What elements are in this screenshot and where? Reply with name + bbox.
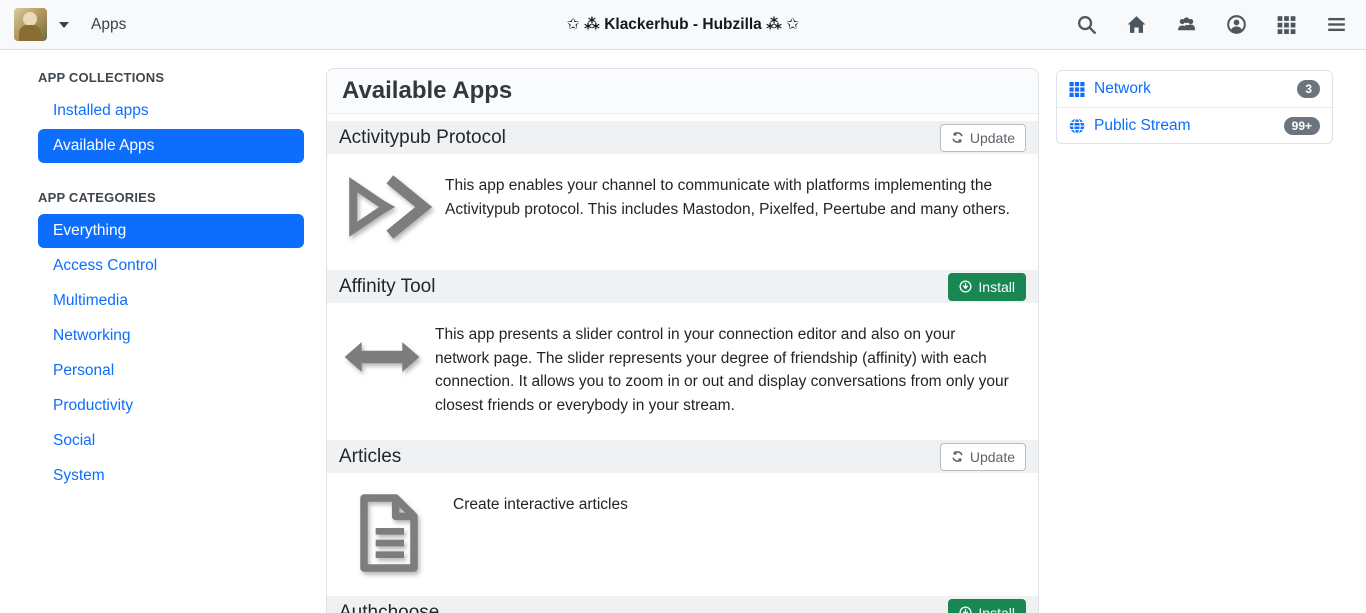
sidebar-item-everything[interactable]: Everything <box>38 214 304 249</box>
installed-apps-link[interactable]: Installed apps <box>38 94 304 128</box>
app-title: Activitypub Protocol <box>339 127 506 149</box>
app-section-header: Activitypub Protocol Update <box>327 121 1038 154</box>
public-stream-link[interactable]: Public Stream 99+ <box>1057 107 1332 143</box>
update-button[interactable]: Update <box>940 443 1026 471</box>
category-personal-link[interactable]: Personal <box>38 354 304 388</box>
category-access-control-link[interactable]: Access Control <box>38 249 304 283</box>
app-sidebar: APP COLLECTIONS Installed apps Available… <box>38 70 304 520</box>
category-social-link[interactable]: Social <box>38 424 304 458</box>
apps-grid-icon[interactable] <box>1277 15 1296 34</box>
app-row: Create interactive articles <box>327 473 1038 589</box>
app-row: This app presents a slider control in yo… <box>327 303 1038 433</box>
install-button[interactable]: Install <box>948 599 1026 613</box>
sidebar-item-access-control[interactable]: Access Control <box>38 249 304 284</box>
channel-menu-toggle[interactable]: Apps <box>14 8 126 41</box>
sidebar-item-networking[interactable]: Networking <box>38 319 304 354</box>
network-count-badge: 3 <box>1297 80 1320 98</box>
app-title: Articles <box>339 446 401 468</box>
sidebar-item-social[interactable]: Social <box>38 424 304 459</box>
page-title: Apps <box>91 16 126 34</box>
categories-list: Everything Access Control Multimedia Net… <box>38 214 304 494</box>
grid-icon <box>1069 81 1085 97</box>
collections-list: Installed apps Available Apps <box>38 94 304 164</box>
install-button-label: Install <box>978 604 1015 613</box>
install-button[interactable]: Install <box>948 273 1026 301</box>
app-description: Create interactive articles <box>453 493 1022 569</box>
refresh-icon <box>951 450 964 463</box>
available-apps-card: Available Apps Activitypub Protocol Upda… <box>326 68 1039 613</box>
category-networking-link[interactable]: Networking <box>38 319 304 353</box>
download-circle-icon <box>959 606 972 613</box>
category-everything-link[interactable]: Everything <box>38 214 304 248</box>
category-productivity-link[interactable]: Productivity <box>38 389 304 423</box>
app-title: Authchoose <box>339 602 439 613</box>
download-circle-icon <box>959 280 972 293</box>
app-description: This app enables your channel to communi… <box>445 174 1022 243</box>
stream-widget: Network 3 Public Stream 99+ <box>1056 70 1333 144</box>
globe-icon <box>1069 118 1085 134</box>
card-title: Available Apps <box>342 77 512 105</box>
update-button-label: Update <box>970 129 1015 147</box>
sidebar-item-multimedia[interactable]: Multimedia <box>38 284 304 319</box>
menu-icon[interactable] <box>1327 15 1346 34</box>
network-label: Network <box>1094 80 1151 98</box>
app-title: Affinity Tool <box>339 276 435 298</box>
app-description: This app presents a slider control in yo… <box>435 323 1022 413</box>
activitypub-logo-icon <box>343 174 433 240</box>
network-link[interactable]: Network 3 <box>1057 71 1332 107</box>
app-section-header: Authchoose Install <box>327 596 1038 613</box>
categories-heading: APP CATEGORIES <box>38 190 304 205</box>
chevron-down-icon[interactable] <box>59 22 69 28</box>
collections-heading: APP COLLECTIONS <box>38 70 304 85</box>
sidebar-item-installed-apps[interactable]: Installed apps <box>38 94 304 129</box>
connections-icon[interactable] <box>1177 15 1196 34</box>
available-apps-link[interactable]: Available Apps <box>38 129 304 163</box>
category-system-link[interactable]: System <box>38 459 304 493</box>
document-icon <box>355 493 423 573</box>
update-button[interactable]: Update <box>940 124 1026 152</box>
account-icon[interactable] <box>1227 15 1246 34</box>
sidebar-item-productivity[interactable]: Productivity <box>38 389 304 424</box>
home-icon[interactable] <box>1127 15 1146 34</box>
public-stream-count-badge: 99+ <box>1284 117 1320 135</box>
refresh-icon <box>951 131 964 144</box>
install-button-label: Install <box>978 278 1015 296</box>
app-row: This app enables your channel to communi… <box>327 154 1038 263</box>
app-section-header: Affinity Tool Install <box>327 270 1038 303</box>
double-arrow-icon <box>343 337 421 377</box>
sidebar-item-system[interactable]: System <box>38 459 304 494</box>
public-stream-label: Public Stream <box>1094 117 1190 135</box>
navbar: Apps ✩ ⁂ Klackerhub - Hubzilla ⁂ ✩ <box>0 0 1366 50</box>
sidebar-item-personal[interactable]: Personal <box>38 354 304 389</box>
navbar-actions <box>1077 15 1352 34</box>
category-multimedia-link[interactable]: Multimedia <box>38 284 304 318</box>
sidebar-item-available-apps[interactable]: Available Apps <box>38 129 304 164</box>
update-button-label: Update <box>970 448 1015 466</box>
search-icon[interactable] <box>1077 15 1096 34</box>
avatar[interactable] <box>14 8 47 41</box>
card-header: Available Apps <box>327 69 1038 114</box>
app-section-header: Articles Update <box>327 440 1038 473</box>
